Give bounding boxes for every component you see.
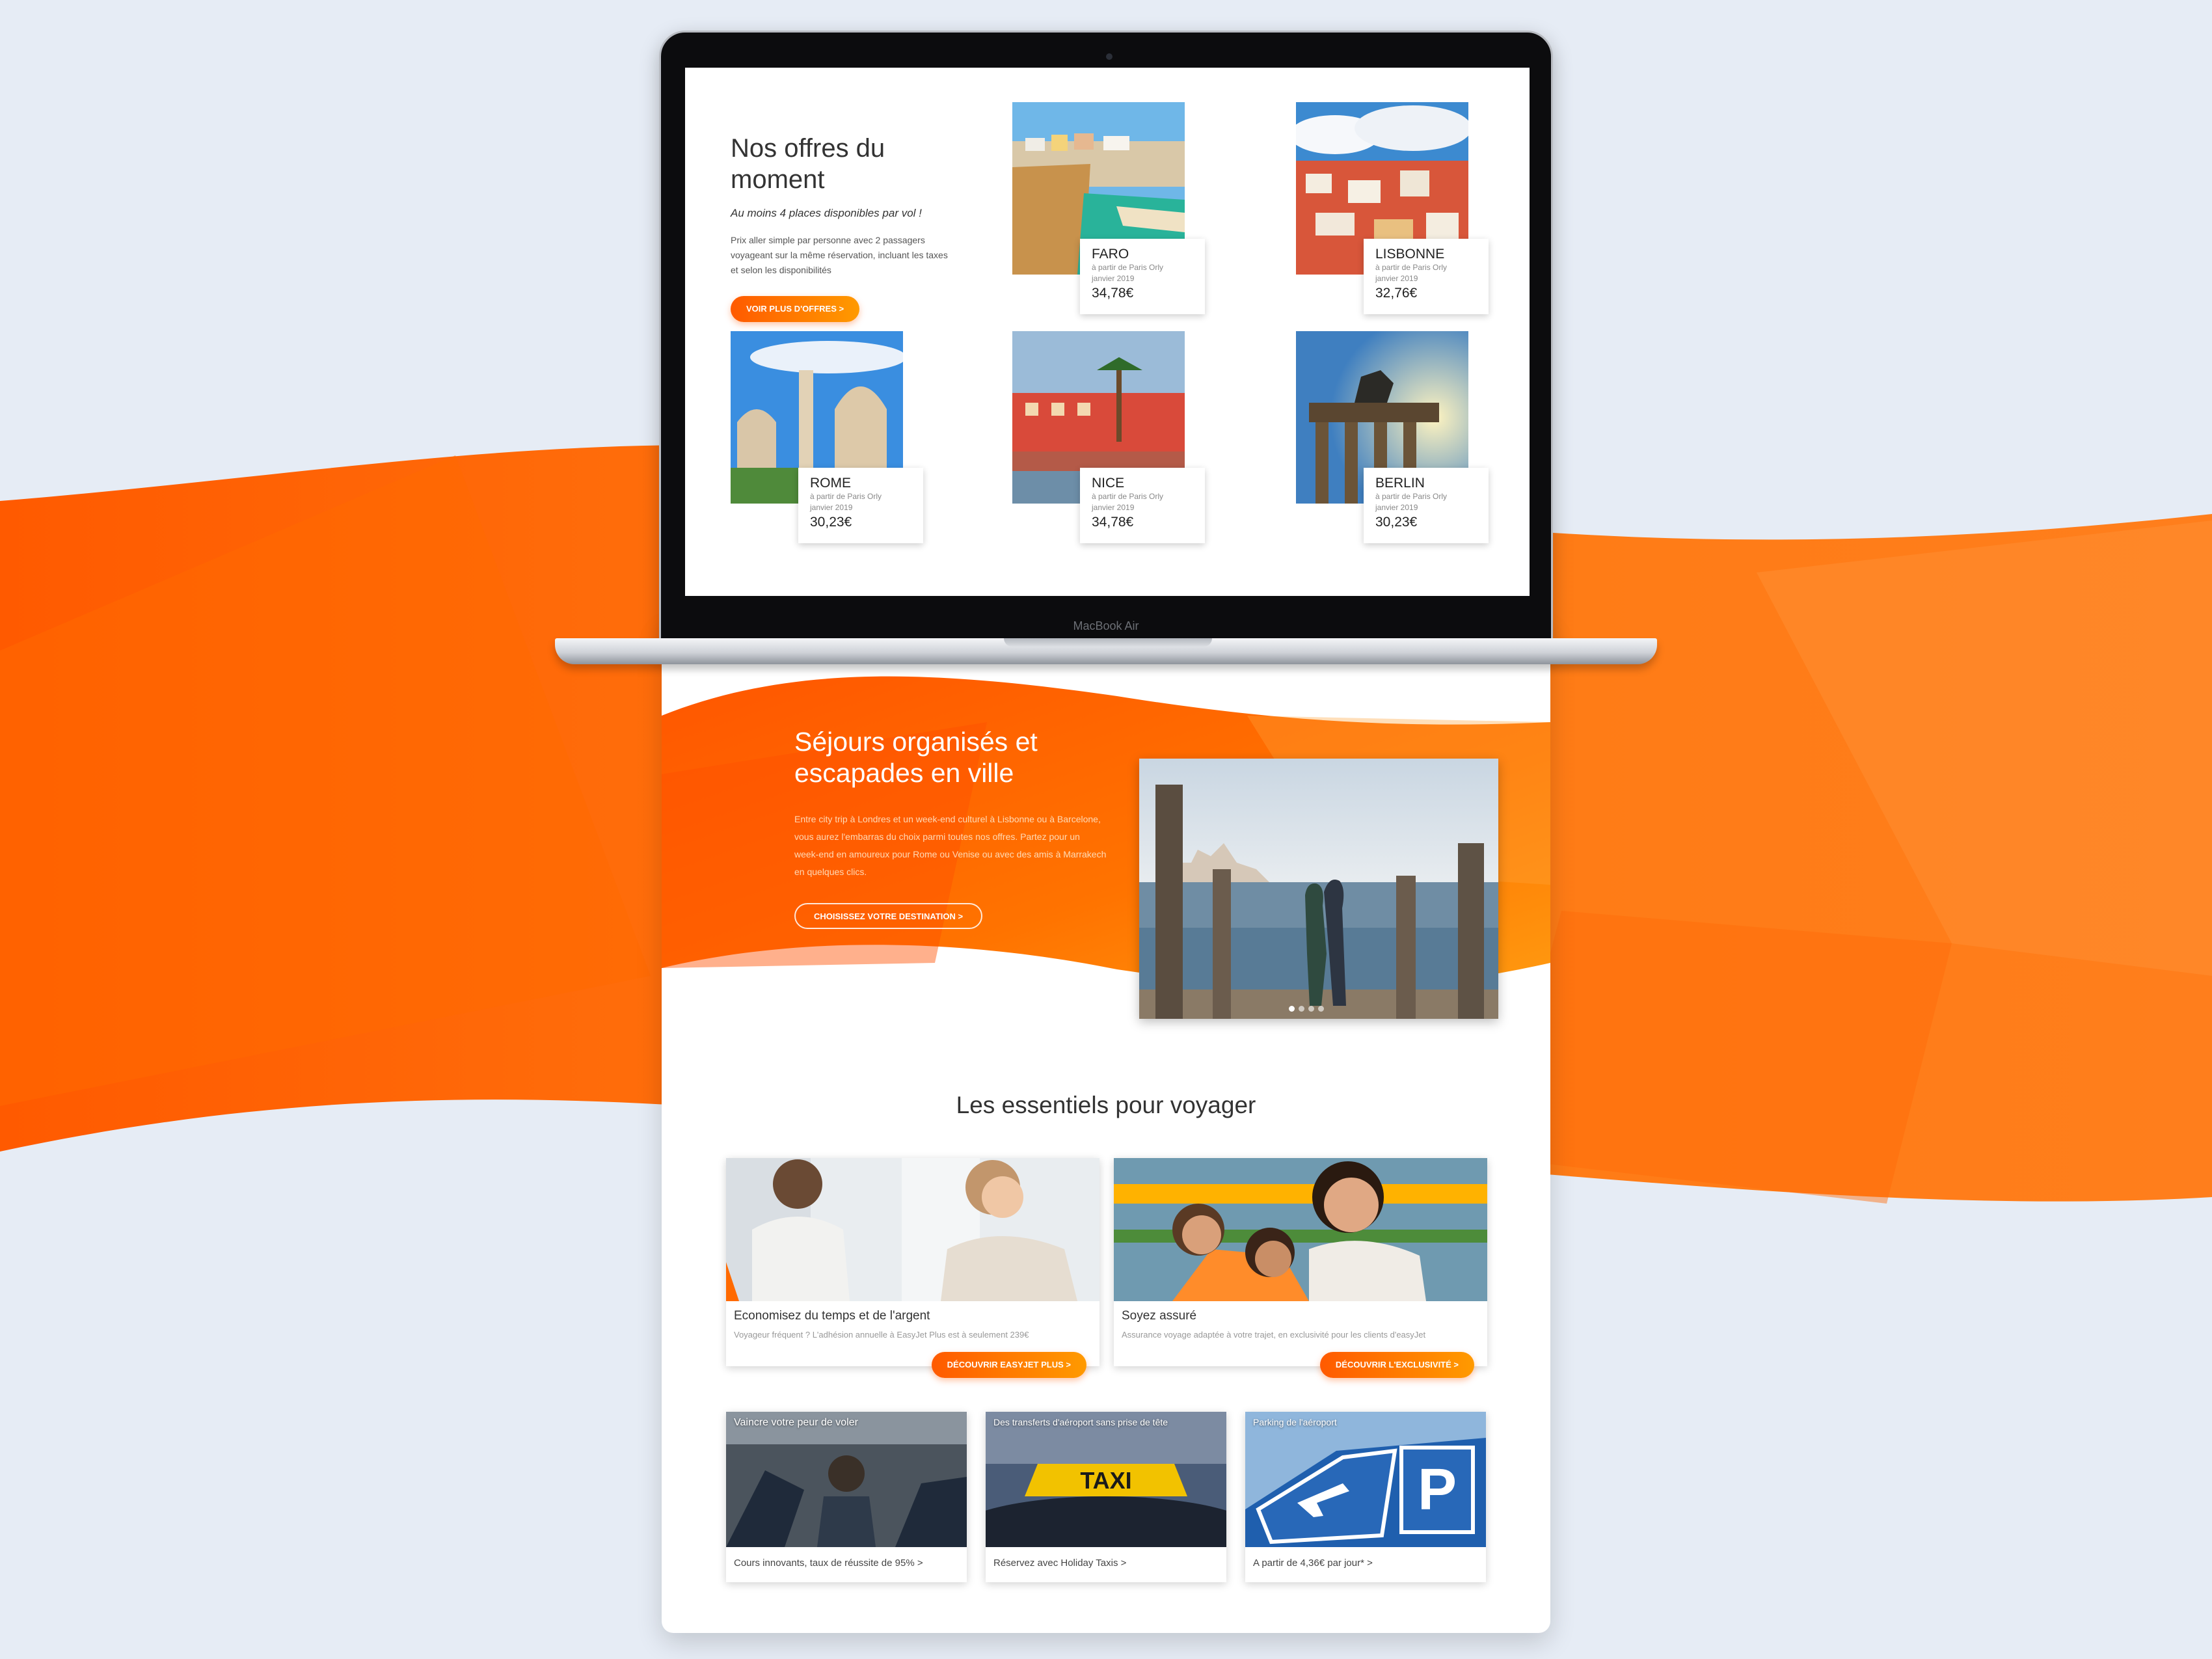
discover-exclusivity-button[interactable]: DÉCOUVRIR L'EXCLUSIVITÉ > xyxy=(1319,1352,1474,1378)
parking-p-icon: P xyxy=(1418,1457,1457,1522)
card-link[interactable]: Cours innovants, taux de réussite de 95%… xyxy=(734,1558,923,1569)
easyjet-plus-card[interactable]: Economisez du temps et de l'argent Voyag… xyxy=(726,1158,1099,1378)
laptop-notch xyxy=(1004,638,1212,647)
camera-icon xyxy=(1106,53,1113,60)
card-link[interactable]: Réservez avec Holiday Taxis > xyxy=(993,1558,1126,1569)
price: 34,78€ xyxy=(1092,515,1134,530)
offers-description: Prix aller simple par personne avec 2 pa… xyxy=(731,235,948,275)
departure: à partir de Paris Orly xyxy=(1375,263,1448,272)
taxi-sign: TAXI xyxy=(1080,1467,1131,1494)
destination-name: ROME xyxy=(810,476,851,491)
card-text: Voyageur fréquent ? L'adhésion annuelle … xyxy=(734,1330,1029,1340)
card-text: Assurance voyage adaptée à votre trajet,… xyxy=(1122,1330,1426,1340)
essentials-title: Les essentiels pour voyager xyxy=(956,1092,1256,1118)
destination-name: NICE xyxy=(1092,476,1125,491)
destination-name: FARO xyxy=(1092,247,1129,262)
month: janvier 2019 xyxy=(1092,274,1135,283)
card-title: Vaincre votre peur de voler xyxy=(734,1417,858,1428)
price: 32,76€ xyxy=(1375,286,1418,301)
airport-transfer-card[interactable]: TAXI Des transferts d'aéroport sans pris… xyxy=(986,1412,1226,1582)
family-photo xyxy=(1114,1158,1487,1301)
offer-card-rome[interactable]: ROME à partir de Paris Orly janvier 2019… xyxy=(731,331,926,546)
departure: à partir de Paris Orly xyxy=(1092,263,1164,272)
discover-easyjet-plus-button[interactable]: DÉCOUVRIR EASYJET PLUS > xyxy=(931,1352,1086,1378)
airport-parking-card[interactable]: P Parking de l'aéroport A partir de 4,36… xyxy=(1245,1412,1486,1582)
offers-subtitle: Au moins 4 places disponibles par vol ! xyxy=(731,207,922,219)
choose-destination-button[interactable]: CHOISISSEZ VOTRE DESTINATION > xyxy=(794,903,983,929)
offer-card-berlin[interactable]: BERLIN à partir de Paris Orly janvier 20… xyxy=(1296,331,1491,546)
stays-title: Séjours organisés et escapades en ville xyxy=(794,727,1038,788)
laptop-base xyxy=(555,638,1657,664)
airplane-cabin-photo xyxy=(726,1412,967,1547)
offer-info-card: NICE à partir de Paris Orly janvier 2019… xyxy=(1080,468,1205,543)
fear-of-flying-card[interactable]: Vaincre votre peur de voler Cours innova… xyxy=(726,1412,967,1582)
destination-name: BERLIN xyxy=(1375,476,1425,491)
offers-title: Nos offres du moment xyxy=(731,134,885,194)
card-link[interactable]: A partir de 4,36€ par jour* > xyxy=(1253,1558,1373,1569)
month: janvier 2019 xyxy=(1375,503,1418,512)
offer-info-card: FARO à partir de Paris Orly janvier 2019… xyxy=(1080,239,1205,314)
carousel-dots[interactable] xyxy=(1289,1003,1328,1015)
departure: à partir de Paris Orly xyxy=(810,492,882,501)
departure: à partir de Paris Orly xyxy=(1092,492,1164,501)
taxi-photo: TAXI xyxy=(986,1412,1226,1547)
offer-info-card: ROME à partir de Paris Orly janvier 2019… xyxy=(798,468,923,543)
parking-sign-photo: P xyxy=(1245,1412,1486,1547)
departure: à partir de Paris Orly xyxy=(1375,492,1448,501)
more-offers-button[interactable]: VOIR PLUS D'OFFRES > xyxy=(731,296,860,322)
price: 30,23€ xyxy=(810,515,852,530)
destination-name: LISBONNE xyxy=(1375,247,1445,262)
offer-info-card: BERLIN à partir de Paris Orly janvier 20… xyxy=(1364,468,1489,543)
laptop-screen: Nos offres du moment Au moins 4 places d… xyxy=(685,68,1530,596)
card-title: Economisez du temps et de l'argent xyxy=(734,1309,930,1323)
card-title: Parking de l'aéroport xyxy=(1253,1417,1337,1427)
month: janvier 2019 xyxy=(1092,503,1135,512)
offer-card-faro[interactable]: FARO à partir de Paris Orly janvier 2019… xyxy=(1012,102,1207,317)
offer-card-lisbonne[interactable]: LISBONNE à partir de Paris Orly janvier … xyxy=(1296,102,1491,317)
price: 34,78€ xyxy=(1092,286,1134,301)
laptop-brand-label: MacBook Air xyxy=(1073,619,1139,632)
offer-info-card: LISBONNE à partir de Paris Orly janvier … xyxy=(1364,239,1489,314)
month: janvier 2019 xyxy=(1375,274,1418,283)
price: 30,23€ xyxy=(1375,515,1418,530)
offer-card-nice[interactable]: NICE à partir de Paris Orly janvier 2019… xyxy=(1012,331,1207,546)
business-people-photo xyxy=(726,1158,1099,1301)
insurance-card[interactable]: Soyez assuré Assurance voyage adaptée à … xyxy=(1114,1158,1487,1378)
venice-photo xyxy=(1139,759,1498,1019)
card-title: Des transferts d'aéroport sans prise de … xyxy=(993,1417,1168,1427)
page-lower-section: Séjours organisés et escapades en ville … xyxy=(662,625,1550,1633)
offers-intro: Nos offres du moment Au moins 4 places d… xyxy=(731,133,952,322)
stays-text: Entre city trip à Londres et un week-end… xyxy=(794,814,1107,877)
month: janvier 2019 xyxy=(810,503,853,512)
laptop-frame: Nos offres du moment Au moins 4 places d… xyxy=(659,31,1553,645)
card-title: Soyez assuré xyxy=(1122,1309,1197,1323)
